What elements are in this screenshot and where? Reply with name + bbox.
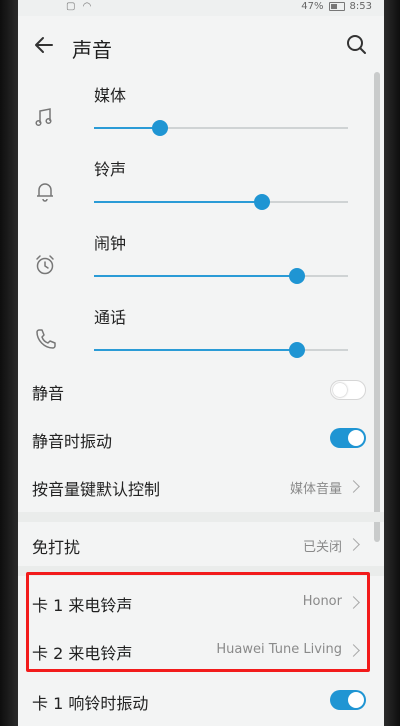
- music-note-icon: [32, 104, 58, 130]
- slider-fill: [94, 127, 161, 129]
- volume-slider-media[interactable]: [94, 118, 348, 138]
- volume-row-call: 通话: [18, 304, 368, 378]
- mute-row[interactable]: 静音: [18, 378, 368, 403]
- volume-label-media: 媒体: [94, 86, 127, 105]
- app-bar: 声音: [18, 16, 384, 72]
- alarm-clock-icon: [32, 252, 58, 278]
- sim1-vibrate-label: 卡 1 响铃时振动: [32, 694, 149, 713]
- toggle-knob: [333, 383, 347, 397]
- scrollbar[interactable]: [374, 72, 380, 722]
- volume-key-default-value: 媒体音量: [289, 482, 342, 497]
- search-button[interactable]: [344, 32, 370, 58]
- slider-thumb[interactable]: [289, 342, 306, 358]
- volume-row-media: 媒体: [18, 82, 368, 156]
- phone-icon: [32, 326, 58, 352]
- sim1-vibrate-row[interactable]: 卡 1 响铃时振动: [18, 688, 368, 713]
- toggle-knob: [348, 692, 364, 708]
- volume-label-alarm: 闹钟: [94, 234, 127, 253]
- battery-percent: 47%: [301, 1, 324, 12]
- phone-screen: ▢ ◠ 47% 8:53 声音 媒体 铃声 闹钟 通话 静音 静音时振动 按音量…: [18, 0, 384, 726]
- do-not-disturb-value: 已关闭: [302, 540, 342, 555]
- volume-slider-call[interactable]: [94, 340, 348, 360]
- search-icon: [347, 35, 366, 54]
- toggle-knob: [348, 430, 364, 446]
- volume-key-default-label: 按音量键默认控制: [32, 480, 161, 499]
- scrollbar-thumb[interactable]: [374, 72, 380, 542]
- volume-slider-alarm[interactable]: [94, 266, 348, 286]
- volume-slider-ringtone[interactable]: [94, 192, 348, 212]
- battery-icon: [328, 2, 345, 11]
- volume-row-alarm: 闹钟: [18, 230, 368, 304]
- volume-row-ringtone: 铃声: [18, 156, 368, 230]
- sim1-vibrate-toggle[interactable]: [330, 690, 366, 710]
- slider-thumb[interactable]: [253, 194, 270, 210]
- chevron-right-icon: [347, 538, 360, 551]
- slider-thumb[interactable]: [152, 120, 169, 136]
- status-time: 8:53: [349, 1, 372, 12]
- bell-icon: [32, 178, 58, 204]
- slider-fill: [94, 201, 262, 203]
- volume-label-call: 通话: [94, 308, 127, 327]
- device-bezel-right: [384, 0, 400, 726]
- chevron-right-icon: [347, 480, 360, 493]
- device-bezel-left: [0, 0, 18, 726]
- do-not-disturb-row[interactable]: 免打扰 已关闭: [18, 532, 368, 557]
- back-button[interactable]: [32, 32, 58, 58]
- status-right: 47% 8:53: [301, 1, 372, 12]
- mute-vibrate-toggle[interactable]: [330, 428, 366, 448]
- highlight-annotation: [26, 572, 370, 672]
- slider-fill: [94, 275, 298, 277]
- mute-vibrate-row[interactable]: 静音时振动: [18, 426, 368, 451]
- status-bar: ▢ ◠ 47% 8:53: [18, 0, 384, 16]
- mute-label: 静音: [32, 384, 65, 403]
- page-title: 声音: [72, 38, 112, 62]
- mute-toggle[interactable]: [330, 380, 366, 400]
- slider-thumb[interactable]: [289, 268, 306, 284]
- do-not-disturb-label: 免打扰: [32, 538, 81, 557]
- back-arrow-icon: [35, 37, 53, 53]
- volume-key-default-row[interactable]: 按音量键默认控制 媒体音量: [18, 474, 368, 499]
- volume-label-ringtone: 铃声: [94, 160, 127, 179]
- status-icons: ▢ ◠: [66, 1, 94, 12]
- section-divider: [18, 512, 384, 522]
- mute-vibrate-label: 静音时振动: [32, 432, 113, 451]
- slider-fill: [94, 349, 298, 351]
